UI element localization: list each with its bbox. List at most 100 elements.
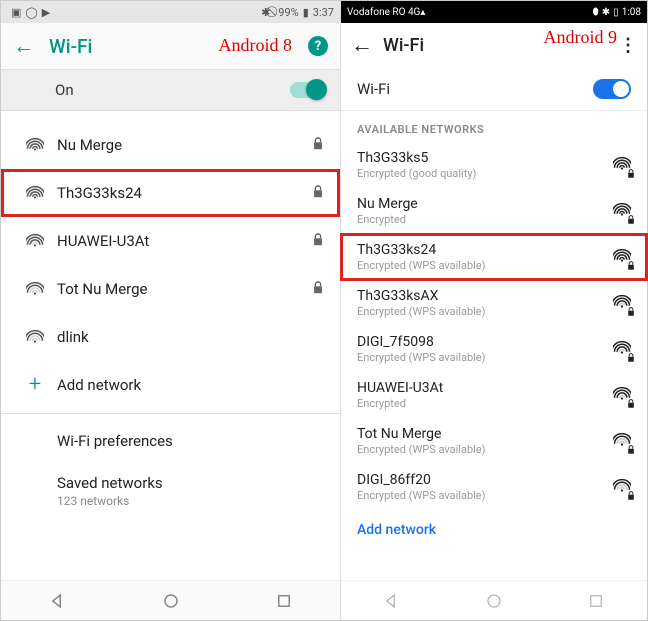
nav-home-icon[interactable] (162, 592, 180, 610)
add-network-button[interactable]: Add network (341, 510, 647, 550)
bluetooth-icon: ✱ (261, 6, 270, 19)
status-bar: Vodafone RO 4G▴ ⬮ ✱ ▯ 1:08 (341, 1, 647, 23)
nav-recents-icon[interactable] (275, 592, 293, 610)
wifi-signal-icon (613, 386, 631, 405)
wifi-master-toggle-row[interactable]: Wi-Fi (341, 67, 647, 111)
carrier: Vodafone RO (347, 7, 405, 18)
wifi-signal-icon (613, 294, 631, 313)
wifi-signal-icon (17, 330, 53, 344)
app-bar: ← Wi-Fi ? (1, 23, 340, 69)
network-status: Encrypted (WPS available) (357, 259, 613, 272)
network-name: HUAWEI-U3At (57, 232, 312, 250)
network-status: Encrypted (357, 213, 613, 226)
saved-networks-item[interactable]: Saved networks (1, 454, 340, 492)
network-status: Encrypted (WPS available) (357, 305, 613, 318)
network-name: dlink (57, 328, 324, 346)
network-row[interactable]: Tot Nu Merge (1, 265, 340, 313)
network-name: DIGI_7f5098 (357, 334, 613, 350)
android9-screen: Android 9 Vodafone RO 4G▴ ⬮ ✱ ▯ 1:08 ← W… (341, 1, 647, 620)
back-button[interactable]: ← (351, 32, 377, 58)
network-status: Encrypted (good quality) (357, 167, 613, 180)
battery-percent: 99% (278, 6, 298, 19)
lock-icon (312, 136, 324, 155)
wifi-master-toggle-row[interactable]: On (1, 69, 340, 111)
network-list: Th3G33ks5 Encrypted (good quality) Nu Me… (341, 142, 647, 510)
page-title: Wi-Fi (383, 35, 619, 56)
bluetooth-icon: ✱ (602, 7, 610, 18)
lock-icon (312, 280, 324, 299)
available-networks-heading: AVAILABLE NETWORKS (341, 111, 647, 142)
network-status: Encrypted (WPS available) (357, 489, 613, 502)
back-button[interactable]: ← (13, 33, 41, 59)
network-name: Nu Merge (57, 136, 312, 154)
network-row[interactable]: HUAWEI-U3At (1, 217, 340, 265)
wifi-signal-icon (613, 202, 631, 221)
network-name: Th3G33ks5 (357, 150, 613, 166)
lock-icon (312, 232, 324, 251)
wifi-signal-icon (613, 478, 631, 497)
status-bar: ▣ ◯ ▶ ✱ ⃠ 99% ▮ 3:37 (1, 1, 340, 23)
wifi-switch[interactable] (593, 79, 631, 99)
network-row[interactable]: Th3G33ks24 (1, 169, 340, 217)
network-type: 4G (408, 7, 420, 18)
network-row[interactable]: Th3G33ks5 Encrypted (good quality) (341, 142, 647, 188)
wifi-signal-icon (17, 186, 53, 200)
help-button[interactable]: ? (308, 36, 328, 56)
network-name: Th3G33ksAX (357, 288, 613, 304)
network-row[interactable]: Tot Nu Merge Encrypted (WPS available) (341, 418, 647, 464)
network-status: Encrypted (WPS available) (357, 443, 613, 456)
wifi-signal-icon (17, 234, 53, 248)
network-status: Encrypted (357, 397, 613, 410)
wifi-signal-icon (613, 340, 631, 359)
network-list: Nu Merge Th3G33ks24 HUAWEI-U3At Tot Nu M… (1, 111, 340, 620)
page-title: Wi-Fi (49, 35, 308, 58)
nav-recents-icon[interactable] (587, 592, 605, 610)
nav-bar (341, 580, 647, 620)
nfc-icon: ⬮ (593, 7, 599, 18)
plus-icon: + (29, 374, 41, 396)
network-name: Nu Merge (357, 196, 613, 212)
wifi-preferences-item[interactable]: Wi-Fi preferences (1, 418, 340, 454)
battery-icon: ▮ (303, 6, 309, 19)
notification-icon: ◯ (25, 6, 37, 19)
overflow-menu-button[interactable]: ⋮ (619, 35, 637, 56)
network-row[interactable]: Nu Merge Encrypted (341, 188, 647, 234)
network-name: Th3G33ks24 (57, 184, 312, 202)
network-name: Tot Nu Merge (357, 426, 613, 442)
network-row[interactable]: Nu Merge (1, 121, 340, 169)
network-row[interactable]: HUAWEI-U3At Encrypted (341, 372, 647, 418)
wifi-state-label: On (55, 81, 290, 99)
wifi-signal-icon (613, 248, 631, 267)
network-name: Tot Nu Merge (57, 280, 312, 298)
wifi-signal-icon (613, 432, 631, 451)
wifi-label: Wi-Fi (357, 80, 593, 98)
network-status: Encrypted (WPS available) (357, 351, 613, 364)
nav-back-icon[interactable] (383, 592, 401, 610)
wifi-signal-icon (613, 156, 631, 175)
network-row[interactable]: DIGI_7f5098 Encrypted (WPS available) (341, 326, 647, 372)
nav-bar (1, 580, 340, 620)
wifi-switch[interactable] (290, 82, 324, 98)
notification-icon: ▣ (11, 6, 21, 19)
network-row[interactable]: Th3G33ksAX Encrypted (WPS available) (341, 280, 647, 326)
network-name: HUAWEI-U3At (357, 380, 613, 396)
app-bar: ← Wi-Fi ⋮ (341, 23, 647, 67)
signal-icon: ▴ (420, 7, 425, 18)
network-row[interactable]: Th3G33ks24 Encrypted (WPS available) (341, 234, 647, 280)
saved-networks-count: 123 networks (1, 494, 340, 508)
network-name: DIGI_86ff20 (357, 472, 613, 488)
nav-home-icon[interactable] (485, 592, 503, 610)
clock: 3:37 (313, 6, 334, 19)
add-network-button[interactable]: + Add network (1, 361, 340, 409)
nav-back-icon[interactable] (49, 592, 67, 610)
network-row[interactable]: dlink (1, 313, 340, 361)
clock: 1:08 (622, 7, 641, 18)
wifi-signal-icon (17, 282, 53, 296)
wifi-signal-icon (17, 138, 53, 152)
android8-screen: Android 8 ▣ ◯ ▶ ✱ ⃠ 99% ▮ 3:37 ← Wi-Fi ?… (1, 1, 341, 620)
network-row[interactable]: DIGI_86ff20 Encrypted (WPS available) (341, 464, 647, 510)
add-network-label: Add network (57, 376, 324, 394)
lock-icon (312, 184, 324, 203)
notification-icon: ▶ (42, 6, 50, 19)
battery-icon: ▯ (613, 7, 619, 18)
